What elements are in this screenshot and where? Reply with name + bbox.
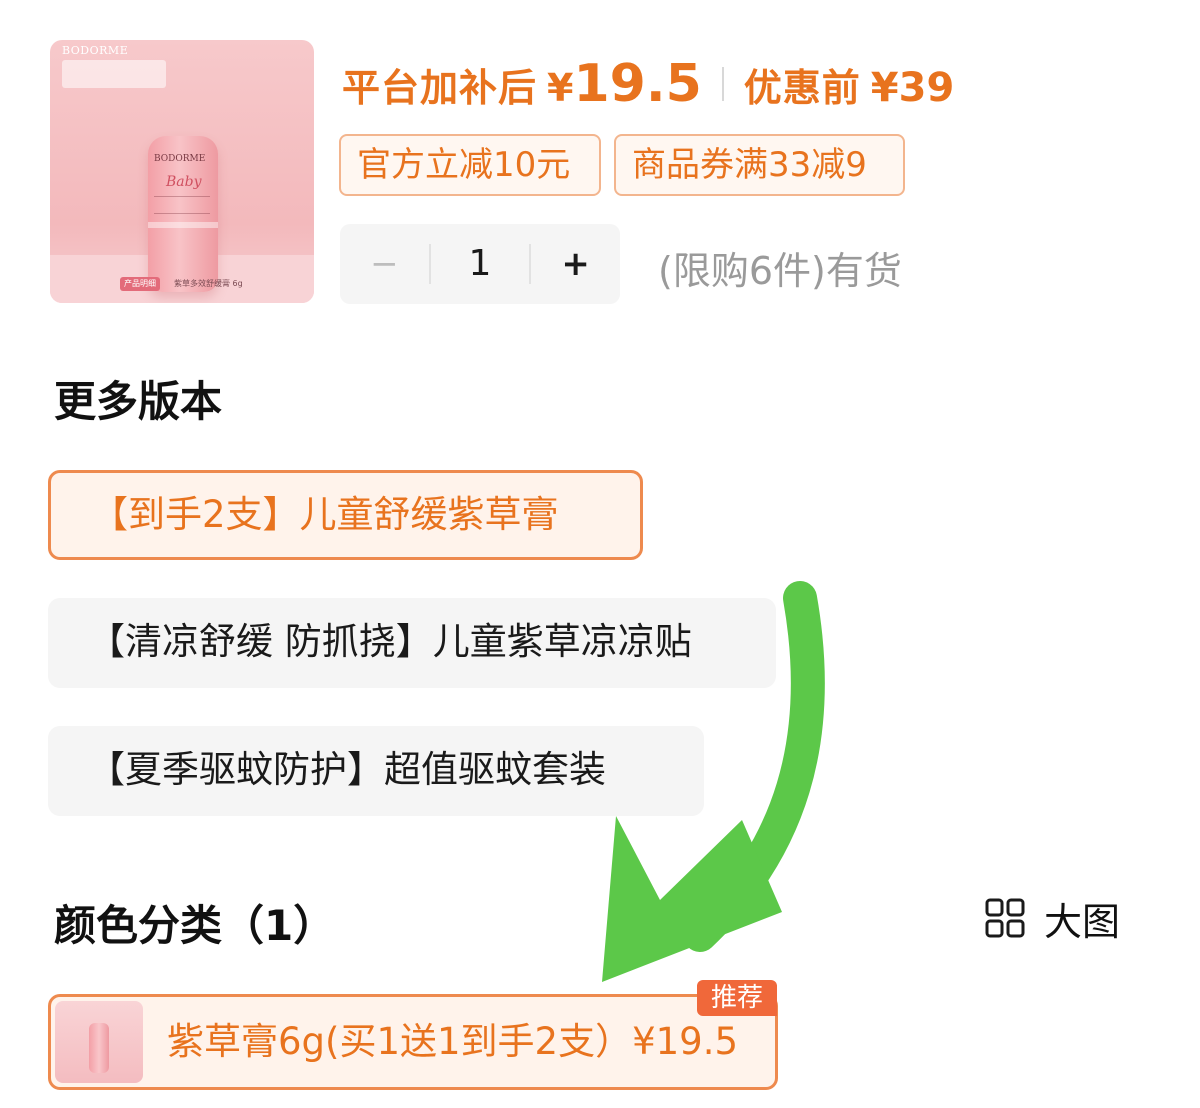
currency-symbol: ¥ (547, 66, 574, 110)
stick-brand-text: BODORME (154, 154, 206, 164)
grid-icon (985, 898, 1025, 938)
color-option-label: 紫草膏6g(买1送1到手2支）¥19.5 (167, 1020, 739, 1063)
thumbnail-detail-badge: 产品明细 (120, 277, 160, 291)
recommended-badge: 推荐 (697, 980, 777, 1016)
thumbnail-brand-tag (62, 60, 166, 88)
coupon-product-voucher[interactable]: 商品券满33减9 (614, 134, 905, 196)
quantity-value[interactable]: 1 (428, 244, 532, 284)
after-subsidy-price: 19.5 (573, 54, 702, 114)
color-option-stick-image (89, 1023, 109, 1073)
quantity-stepper: − 1 + (340, 224, 620, 304)
color-section-title: 颜色分类（1） (54, 901, 336, 950)
color-option-balm-6g[interactable]: 紫草膏6g(买1送1到手2支）¥19.5 (48, 994, 778, 1090)
big-image-label: 大图 (1044, 899, 1121, 944)
version-option-cooling-patch[interactable]: 【清凉舒缓 防抓挠】儿童紫草凉凉贴 (48, 598, 776, 688)
stock-status: (限购6件)有货 (658, 249, 902, 293)
product-thumbnail[interactable]: BODORME BODORME Baby 产品明细 紫草多效舒缓膏 6g (50, 40, 314, 303)
big-image-toggle[interactable]: 大图 (984, 892, 1120, 944)
before-discount-price: ¥39 (870, 65, 955, 111)
price-divider (721, 67, 724, 101)
thumbnail-caption: 紫草多效舒缓膏 6g (174, 279, 243, 288)
after-subsidy-label: 平台加补后 (342, 66, 538, 110)
increase-quantity-button[interactable]: + (531, 244, 620, 284)
product-stick-band (148, 222, 218, 228)
stick-label-lines (154, 196, 210, 214)
version-option-2-pack-balm[interactable]: 【到手2支】儿童舒缓紫草膏 (48, 470, 643, 560)
versions-section-title: 更多版本 (54, 377, 223, 426)
price-line: 平台加补后 ¥ 19.5 优惠前 ¥39 (342, 54, 954, 114)
version-option-mosquito-set[interactable]: 【夏季驱蚊防护】超值驱蚊套装 (48, 726, 704, 816)
stick-script-text: Baby (166, 174, 202, 190)
coupon-official-discount[interactable]: 官方立减10元 (339, 134, 601, 196)
before-discount-label: 优惠前 (743, 66, 861, 110)
thumbnail-brand-text: BODORME (62, 44, 129, 57)
decrease-quantity-button[interactable]: − (340, 244, 429, 284)
color-option-thumbnail (55, 1001, 143, 1083)
